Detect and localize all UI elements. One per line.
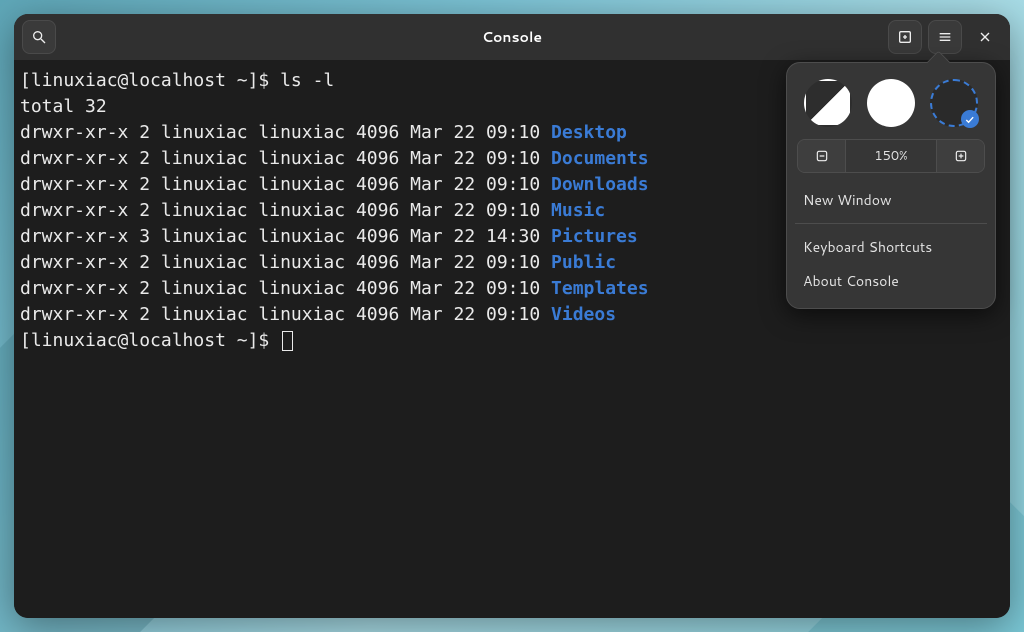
- theme-system-button[interactable]: [804, 79, 852, 127]
- menu-new-window[interactable]: New Window: [797, 183, 985, 217]
- close-icon: [977, 29, 993, 45]
- menu-about-console[interactable]: About Console: [797, 264, 985, 298]
- titlebar: Console: [14, 14, 1010, 60]
- theme-light-button[interactable]: [867, 79, 915, 127]
- hamburger-menu-button[interactable]: [928, 20, 962, 54]
- zoom-level-label: 150%: [846, 140, 936, 172]
- tab-new-icon: [897, 29, 913, 45]
- menu-keyboard-shortcuts[interactable]: Keyboard Shortcuts: [797, 230, 985, 264]
- hamburger-icon: [937, 29, 953, 45]
- window-title: Console: [14, 27, 1010, 47]
- cursor: [282, 331, 293, 351]
- theme-selected-check: [961, 110, 979, 128]
- search-button[interactable]: [22, 20, 56, 54]
- zoom-out-button[interactable]: [798, 140, 846, 172]
- theme-selector-row: [797, 79, 985, 127]
- menu-separator: [795, 223, 987, 224]
- close-window-button[interactable]: [968, 20, 1002, 54]
- main-menu-popover: 150% New Window Keyboard Shortcuts About…: [786, 62, 996, 309]
- plus-icon: [954, 149, 968, 163]
- theme-dark-button[interactable]: [930, 79, 978, 127]
- search-icon: [31, 29, 47, 45]
- new-tab-button[interactable]: [888, 20, 922, 54]
- check-icon: [964, 114, 975, 125]
- zoom-control: 150%: [797, 139, 985, 173]
- zoom-in-button[interactable]: [936, 140, 984, 172]
- minus-icon: [815, 149, 829, 163]
